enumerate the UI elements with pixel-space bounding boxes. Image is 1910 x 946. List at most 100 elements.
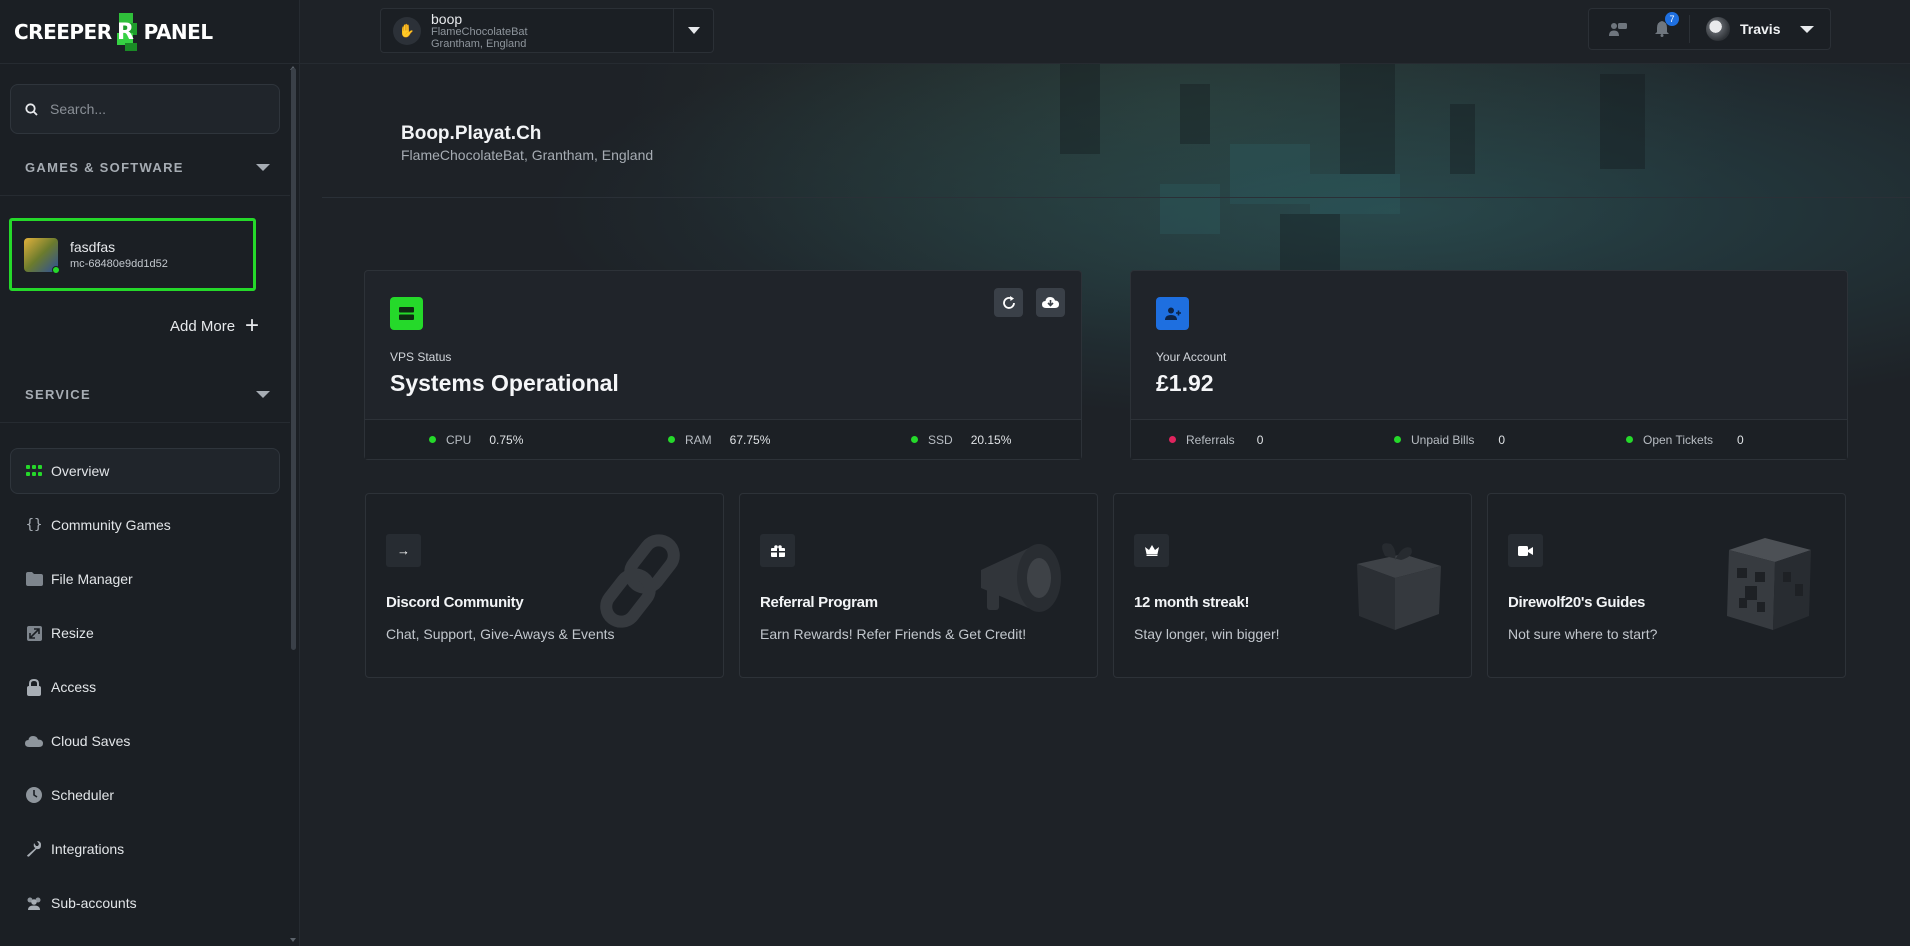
- sidebar-item-label: Scheduler: [51, 787, 115, 803]
- chevron-down-icon: [687, 27, 700, 34]
- add-more-label: Add More: [170, 317, 236, 335]
- support-chat-icon[interactable]: [1607, 18, 1629, 40]
- plus-icon: +: [245, 312, 260, 339]
- selected-server-location: Grantham, England: [431, 37, 527, 50]
- sidebar-item-sub-accounts[interactable]: Sub-accounts: [10, 880, 280, 926]
- unpaid-bills-metric[interactable]: Unpaid Bills 0: [1394, 433, 1505, 447]
- svg-text:R: R: [117, 20, 134, 45]
- sidebar-item-label: File Manager: [51, 571, 133, 587]
- account-users-icon: [1156, 297, 1189, 330]
- sidebar-item-access[interactable]: Access: [10, 664, 280, 710]
- account-card: Your Account £1.92 Referrals 0 Unpaid Bi…: [1130, 270, 1848, 460]
- sidebar-scrollbar[interactable]: [291, 68, 296, 650]
- cloud-backup-button[interactable]: [1036, 288, 1065, 317]
- referral-program-card[interactable]: Referral Program Earn Rewards! Refer Fri…: [739, 493, 1098, 678]
- metric-name: RAM: [685, 432, 712, 447]
- server-select-toggle[interactable]: [673, 9, 713, 52]
- creeperpanel-logo[interactable]: CREEPER R PANEL: [14, 11, 213, 53]
- metric-name: Unpaid Bills: [1411, 432, 1475, 447]
- wrench-icon: [25, 840, 43, 858]
- service-section-toggle[interactable]: SERVICE: [25, 387, 270, 402]
- sidebar-item-label: Community Games: [51, 517, 171, 533]
- notification-count-badge: 7: [1665, 12, 1679, 26]
- gift-present-icon: [1357, 543, 1441, 630]
- server-name: fasdfas: [70, 239, 116, 255]
- server-avatar-icon: ✋: [393, 16, 421, 45]
- account-label: Your Account: [1156, 350, 1227, 364]
- promo-description: Not sure where to start?: [1508, 626, 1658, 642]
- direwolf-guides-card[interactable]: Direwolf20's Guides Not sure where to st…: [1487, 493, 1846, 678]
- promo-description: Chat, Support, Give-Aways & Events: [386, 626, 615, 642]
- add-more-button[interactable]: Add More +: [170, 314, 259, 338]
- status-dot: [1169, 436, 1176, 443]
- selected-server-node: FlameChocolateBat: [431, 25, 528, 38]
- sidebar-search[interactable]: [10, 84, 280, 134]
- folder-icon: [25, 570, 43, 588]
- promo-description: Stay longer, win bigger!: [1134, 626, 1280, 642]
- discord-community-card[interactable]: → Discord Community Chat, Support, Give-…: [365, 493, 724, 678]
- sidebar-nav: Overview {} Community Games File Manager…: [10, 448, 280, 934]
- metric-name: Referrals: [1186, 432, 1235, 447]
- sidebar: CREEPER R PANEL GAMES & SOFTWARE: [0, 0, 300, 946]
- page-title: Boop.Playat.Ch: [401, 123, 542, 144]
- metric-value: 0: [1256, 432, 1264, 447]
- status-dot: [1626, 436, 1633, 443]
- metric-name: SSD: [928, 432, 953, 447]
- sidebar-item-cloud-saves[interactable]: Cloud Saves: [10, 718, 280, 764]
- games-software-heading: GAMES & SOFTWARE: [25, 160, 184, 175]
- user-menu[interactable]: Travis: [1706, 17, 1815, 41]
- cloud-icon: [25, 732, 43, 750]
- status-dot: [911, 436, 918, 443]
- logo-text-left: CREEPER: [14, 19, 112, 44]
- divider: [0, 422, 290, 423]
- chevron-down-icon: [256, 164, 270, 171]
- service-heading: SERVICE: [25, 387, 91, 402]
- sidebar-item-community-games[interactable]: {} Community Games: [10, 502, 280, 548]
- divider: [1689, 15, 1690, 43]
- user-toolbar: 7 Travis: [1588, 8, 1831, 50]
- sidebar-item-label: Overview: [51, 463, 110, 479]
- creeper-cube-icon: [1727, 538, 1811, 630]
- sidebar-item-overview[interactable]: Overview: [10, 448, 280, 494]
- refresh-icon: [1002, 295, 1015, 309]
- logo-area: CREEPER R PANEL: [0, 0, 299, 64]
- games-software-section-toggle[interactable]: GAMES & SOFTWARE: [25, 160, 270, 175]
- megaphone-icon: [981, 544, 1061, 612]
- metric-value: 20.15%: [970, 432, 1012, 447]
- promo-title: Referral Program: [760, 594, 878, 611]
- metric-value: 0: [1737, 432, 1744, 447]
- logo-text-right: PANEL: [143, 19, 213, 44]
- server-select-dropdown[interactable]: ✋ boop FlameChocolateBat Grantham, Engla…: [380, 8, 714, 53]
- sidebar-item-resize[interactable]: Resize: [10, 610, 280, 656]
- topbar: ✋ boop FlameChocolateBat Grantham, Engla…: [300, 0, 1910, 64]
- lock-icon: [25, 678, 43, 696]
- vps-status-label: VPS Status: [390, 350, 452, 364]
- referrals-metric[interactable]: Referrals 0: [1169, 433, 1263, 447]
- server-card-selected[interactable]: fasdfas mc-68480e9dd1d52: [9, 218, 256, 291]
- sidebar-item-integrations[interactable]: Integrations: [10, 826, 280, 872]
- vps-metrics: CPU 0.75% RAM 67.75% SSD 20.15%: [365, 419, 1081, 459]
- cpu-metric: CPU 0.75%: [429, 433, 523, 447]
- sidebar-item-scheduler[interactable]: Scheduler: [10, 772, 280, 818]
- status-dot: [1394, 436, 1401, 443]
- promo-description: Earn Rewards! Refer Friends & Get Credit…: [760, 626, 1027, 642]
- open-tickets-metric[interactable]: Open Tickets 0: [1626, 433, 1744, 447]
- sidebar-item-file-manager[interactable]: File Manager: [10, 556, 280, 602]
- ssd-metric: SSD 20.15%: [911, 433, 1011, 447]
- metric-value: 0: [1498, 432, 1506, 447]
- resize-icon: [25, 624, 43, 642]
- refresh-button[interactable]: [994, 288, 1023, 317]
- metric-name: CPU: [446, 432, 472, 447]
- chevron-down-icon: [1800, 25, 1815, 33]
- streak-card[interactable]: 12 month streak! Stay longer, win bigger…: [1113, 493, 1472, 678]
- promo-title: Direwolf20's Guides: [1508, 594, 1646, 611]
- sidebar-item-label: Integrations: [51, 841, 125, 857]
- server-id: mc-68480e9dd1d52: [70, 258, 168, 270]
- hero-divider: [322, 197, 1910, 198]
- notifications-bell-icon[interactable]: 7: [1651, 12, 1679, 40]
- modpack-server-icon: [24, 237, 60, 274]
- status-dot: [429, 436, 436, 443]
- scroll-down-arrow-icon[interactable]: [290, 938, 296, 942]
- search-input[interactable]: [50, 101, 250, 117]
- vps-status-card: VPS Status Systems Operational CPU 0.75%…: [364, 270, 1082, 460]
